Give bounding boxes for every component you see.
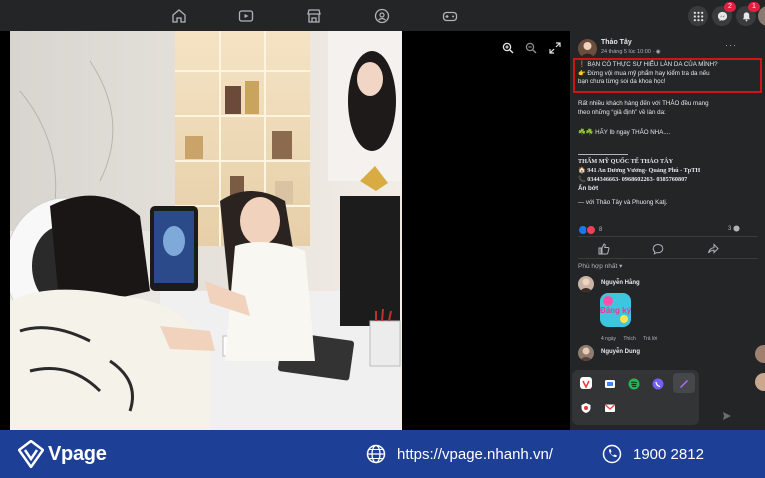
comment-meta: 4 ngày Thích Trả lời <box>601 336 663 342</box>
website-url[interactable]: https://vpage.nhanh.vn/ <box>397 446 553 463</box>
groups-icon[interactable] <box>374 8 390 24</box>
reaction-count: 8 <box>599 227 603 233</box>
comment-sticker: Đăng ký <box>598 291 633 329</box>
messenger-button[interactable]: 2 <box>712 2 736 26</box>
comment-count[interactable]: 3 <box>728 225 740 232</box>
share-button[interactable] <box>707 242 719 254</box>
commenter-avatar[interactable] <box>578 345 594 361</box>
menu-grid-button[interactable] <box>688 6 708 26</box>
comment-like-link[interactable]: Thích <box>623 336 636 342</box>
post-text-line: ❗ BẠN CÓ THỰC SỰ HIỂU LÀN DA CỦA MÌNH? <box>578 61 718 68</box>
send-icon[interactable] <box>722 408 732 420</box>
zoom-in-icon <box>502 42 514 54</box>
comment-sort-dropdown[interactable]: Phù hợp nhất ▾ <box>578 262 622 270</box>
post-date[interactable]: 24 tháng 5 lúc 10:00 · ◉ <box>601 49 661 55</box>
commenter-name[interactable]: Nguyễn Hằng <box>601 280 640 286</box>
fullscreen-button[interactable] <box>546 39 564 57</box>
pdf-extension-icon[interactable] <box>580 377 592 389</box>
marketplace-icon[interactable] <box>306 8 322 24</box>
grid-icon <box>693 11 703 21</box>
comment-time[interactable]: 4 ngày <box>601 336 616 342</box>
brand-name: Vpage <box>48 442 107 465</box>
hotline-number[interactable]: 1900 2812 <box>633 446 704 463</box>
more-options-button[interactable]: ··· <box>725 40 737 50</box>
contact-title: THẨM MỸ QUỐC TẾ THẢO TÂY <box>578 158 674 165</box>
comment-count-icon <box>733 225 740 232</box>
notifications-button[interactable]: 1 <box>736 2 760 26</box>
pen-extension-icon[interactable] <box>673 373 695 393</box>
shield-extension-icon[interactable] <box>580 401 592 413</box>
screenshot-extension-icon[interactable] <box>604 377 616 389</box>
sticker-text: Đăng ký <box>600 306 632 315</box>
thumbs-up-icon <box>598 243 610 255</box>
zoom-out-button[interactable] <box>522 39 540 57</box>
globe-icon <box>366 444 386 464</box>
contact-address: 🏠 941 An Dương Vương- Quảng Phú - TpTH <box>578 167 701 174</box>
author-avatar[interactable] <box>578 39 597 58</box>
top-navigation-bar: 2 1 <box>0 0 765 32</box>
commenter-name[interactable]: Nguyễn Dung <box>601 349 640 355</box>
post-photo[interactable] <box>10 31 402 430</box>
post-tags[interactable]: — với Thảo Tây và Phuong Katj. <box>578 199 762 207</box>
spotify-extension-icon[interactable] <box>628 377 640 390</box>
divider <box>578 258 758 259</box>
vpage-logo-icon <box>18 440 44 468</box>
love-reaction-icon <box>586 225 596 235</box>
viber-extension-icon[interactable] <box>652 377 664 390</box>
globe-icon: ◉ <box>655 49 661 55</box>
phone-icon <box>602 444 622 464</box>
post-text-line: bạn chưa từng soi da khoa học! <box>578 78 666 85</box>
photo-viewer <box>0 31 570 430</box>
post-text-line: 👉 Đừng vội mua mỹ phẩm hay kiểm tra da n… <box>578 69 710 77</box>
vpage-logo[interactable]: Vpage <box>18 440 107 468</box>
share-icon <box>708 243 719 254</box>
gmail-extension-icon[interactable] <box>604 401 616 413</box>
profile-avatar[interactable] <box>758 6 765 26</box>
post-text-line: theo những “giả định” về làn da: <box>578 109 666 116</box>
expand-icon <box>549 42 561 54</box>
post-text-line: Rất nhiều khách hàng đến với THẢO đều ma… <box>578 100 709 107</box>
messenger-icon <box>717 11 727 21</box>
divider <box>578 236 758 237</box>
zoom-out-icon <box>525 42 537 54</box>
post-author[interactable]: Thảo Tây <box>601 39 632 46</box>
text-separator <box>578 154 628 155</box>
like-button[interactable] <box>598 242 610 255</box>
extension-tray <box>572 370 699 425</box>
post-cta: ☘️☘️ HÃY Ib ngay THẢO NHA.... <box>578 129 671 136</box>
contact-phone: 📞 0344346663- 0968602263- 0385760807 <box>578 176 688 183</box>
reaction-summary[interactable]: 8 <box>578 225 602 235</box>
brand-footer: Vpage https://vpage.nhanh.vn/ 1900 2812 <box>0 430 765 478</box>
commenter-avatar[interactable] <box>578 276 594 292</box>
comment-reply-link[interactable]: Trả lời <box>643 336 657 342</box>
see-less-link[interactable]: Ẩn bớt <box>578 185 762 193</box>
gaming-icon[interactable] <box>442 8 458 24</box>
messenger-badge: 2 <box>724 2 736 12</box>
zoom-in-button[interactable] <box>499 39 517 57</box>
watch-icon[interactable] <box>238 8 254 24</box>
home-icon[interactable] <box>171 8 187 24</box>
bell-icon <box>742 11 750 21</box>
comment-icon <box>652 243 664 255</box>
comment-button[interactable] <box>652 242 664 255</box>
